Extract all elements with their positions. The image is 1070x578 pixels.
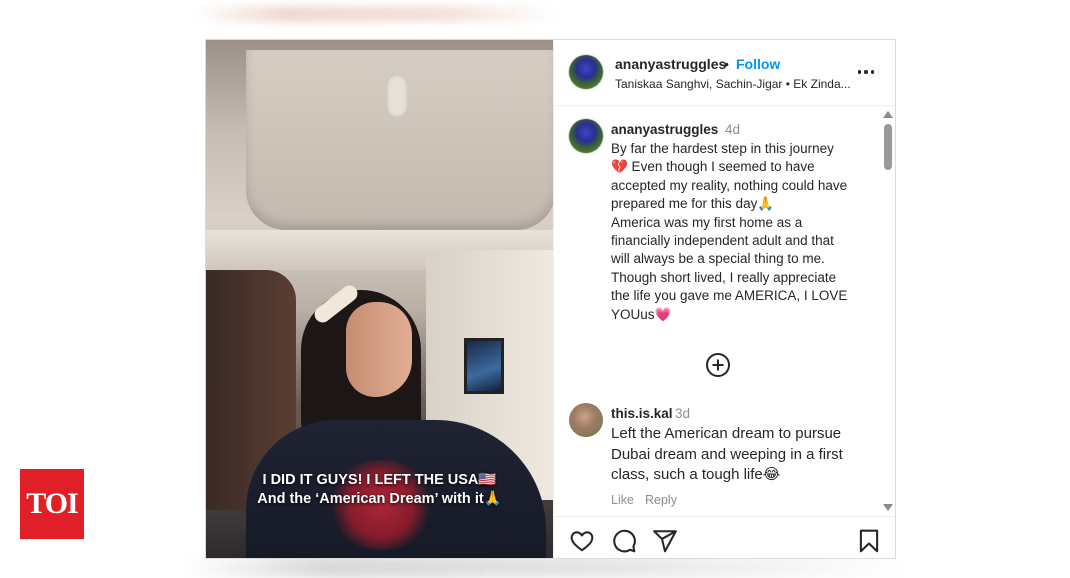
- comment-timestamp[interactable]: 3d: [675, 406, 690, 421]
- video-caption-line-2: And the ‘American Dream’ with it🙏: [257, 491, 502, 507]
- caption-avatar[interactable]: [569, 119, 603, 153]
- seatback-screen: [464, 338, 504, 394]
- toi-logo-text: TOI: [26, 487, 78, 520]
- scrollbar-thumb[interactable]: [884, 124, 892, 170]
- comment-text: Left the American dream to pursue Dubai …: [611, 425, 843, 483]
- more-horizontal-icon[interactable]: [854, 62, 878, 82]
- video-caption: I DID IT GUYS! I LEFT THE USA🇺🇸 And the …: [206, 471, 553, 509]
- top-blur-strip: [195, 6, 555, 22]
- author-avatar[interactable]: [569, 55, 603, 89]
- post-header: ananyastruggles • Follow Taniskaa Sanghv…: [554, 40, 895, 106]
- load-more-comments-icon[interactable]: [705, 352, 731, 378]
- bookmark-icon[interactable]: [856, 528, 882, 554]
- comment-icon[interactable]: [611, 528, 637, 554]
- action-bar: [554, 516, 895, 558]
- author-username[interactable]: ananyastruggles: [615, 56, 726, 72]
- comment-like-button[interactable]: Like: [611, 493, 634, 507]
- scroll-up-arrow-icon[interactable]: [883, 111, 893, 118]
- commenter-avatar[interactable]: [569, 403, 603, 437]
- caption-username[interactable]: ananyastruggles: [611, 122, 718, 137]
- comments-panel[interactable]: ananyastruggles 4d By far the hardest st…: [554, 107, 895, 514]
- reel-video[interactable]: I DID IT GUYS! I LEFT THE USA🇺🇸 And the …: [206, 40, 553, 558]
- comment-reply-button[interactable]: Reply: [645, 493, 677, 507]
- cabin-vent: [386, 74, 408, 118]
- scroll-down-arrow-icon[interactable]: [883, 504, 893, 511]
- audio-attribution[interactable]: Taniskaa Sanghvi, Sachin-Jigar • Ek Zind…: [615, 77, 855, 91]
- caption-timestamp[interactable]: 4d: [725, 122, 740, 137]
- share-icon[interactable]: [652, 528, 678, 554]
- bottom-blur-strip: [185, 556, 905, 578]
- toi-logo: TOI: [20, 469, 84, 539]
- post-sidebar: ananyastruggles • Follow Taniskaa Sanghv…: [553, 40, 895, 558]
- comment-username[interactable]: this.is.kal: [611, 406, 673, 421]
- heart-icon[interactable]: [569, 528, 595, 554]
- video-caption-line-1: I DID IT GUYS! I LEFT THE USA🇺🇸: [262, 472, 497, 488]
- person-face: [346, 302, 412, 397]
- header-separator: •: [724, 56, 729, 72]
- caption-text: By far the hardest step in this journey …: [611, 141, 848, 322]
- instagram-post: I DID IT GUYS! I LEFT THE USA🇺🇸 And the …: [205, 39, 896, 559]
- follow-button[interactable]: Follow: [736, 56, 780, 72]
